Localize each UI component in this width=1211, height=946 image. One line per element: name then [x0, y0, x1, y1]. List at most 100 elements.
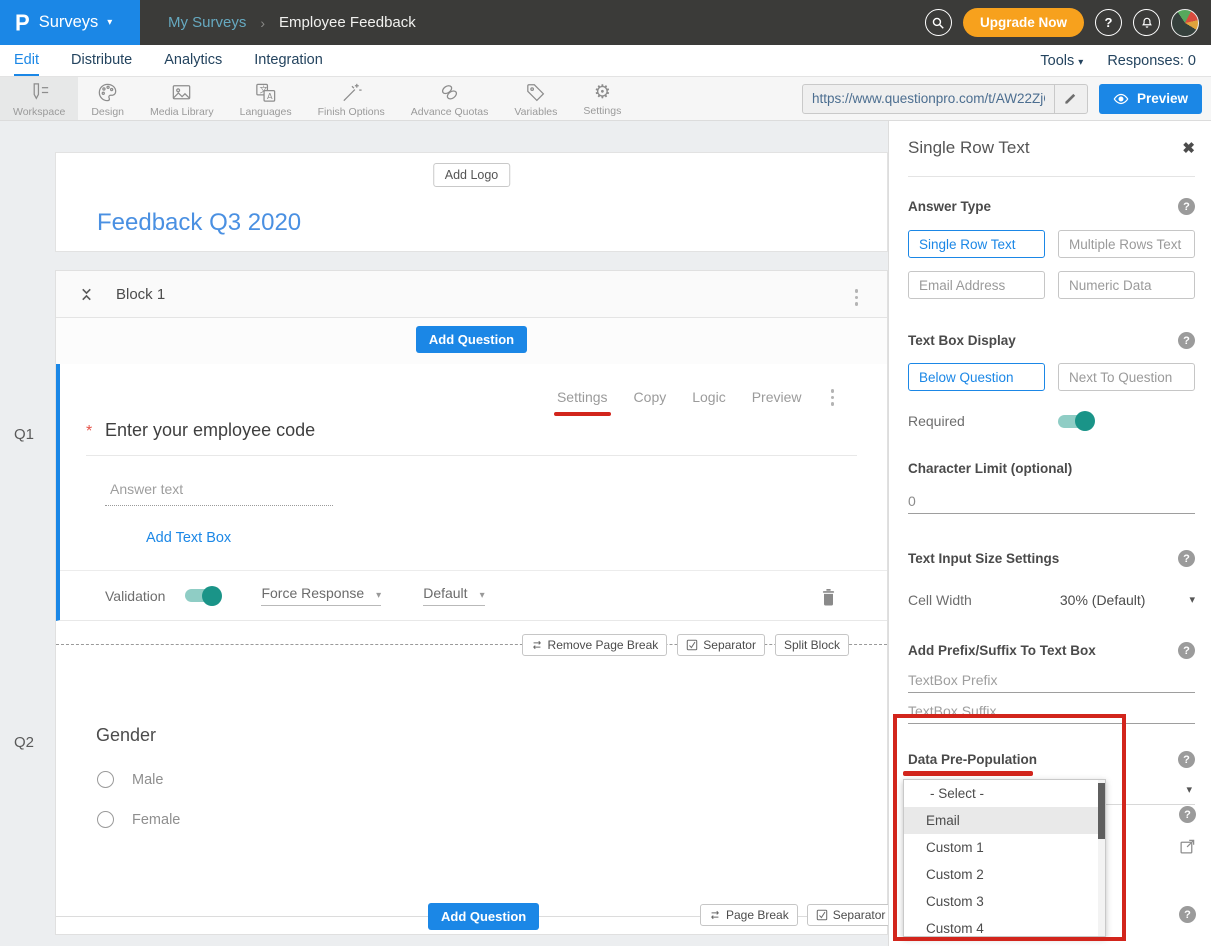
remove-page-break-button[interactable]: Remove Page Break [522, 634, 668, 656]
dropdown-scrollbar-thumb[interactable] [1098, 783, 1105, 839]
validation-toggle[interactable] [185, 589, 219, 602]
option-below-question[interactable]: Below Question [908, 363, 1045, 391]
add-text-box-link[interactable]: Add Text Box [146, 530, 231, 546]
help-icon[interactable]: ? [1178, 550, 1195, 567]
close-panel-button[interactable]: ✖ [1182, 139, 1195, 157]
validation-default-dropdown[interactable]: Default▾ [423, 585, 484, 606]
help-button[interactable]: ? [1095, 9, 1122, 36]
option-multiple-rows-text[interactable]: Multiple Rows Text [1058, 230, 1195, 258]
search-button[interactable] [925, 9, 952, 36]
option-email-address[interactable]: Email Address [908, 271, 1045, 299]
toolbar-item-workspace[interactable]: Workspace [0, 77, 78, 120]
survey-title[interactable]: Feedback Q3 2020 [97, 209, 301, 237]
tab-question-copy[interactable]: Copy [634, 389, 667, 405]
toolbar-right: Preview [802, 77, 1211, 120]
preview-button[interactable]: Preview [1099, 84, 1202, 114]
answer-type-section: Answer Type ? [908, 198, 1195, 215]
add-logo-button[interactable]: Add Logo [433, 163, 511, 187]
upgrade-now-button[interactable]: Upgrade Now [963, 8, 1084, 37]
tab-question-settings[interactable]: Settings [557, 389, 608, 405]
red-annotation-underline-settings [554, 412, 611, 416]
help-icon[interactable]: ? [1179, 906, 1196, 923]
search-icon [931, 16, 945, 30]
chevron-down-icon: ▾ [1186, 785, 1192, 796]
question-number-q1: Q1 [14, 426, 34, 443]
user-avatar[interactable] [1171, 9, 1199, 37]
add-question-button-top[interactable]: Add Question [416, 326, 527, 353]
edit-url-button[interactable] [1054, 85, 1087, 113]
dropdown-option-custom-3[interactable]: Custom 3 [904, 888, 1105, 915]
tab-distribute[interactable]: Distribute [71, 45, 132, 76]
toolbar-item-settings[interactable]: ⚙ Settings [570, 77, 634, 120]
toolbar-item-finish-options[interactable]: Finish Options [305, 77, 398, 120]
text-box-display-options: Below Question Next To Question [908, 363, 1195, 391]
cell-width-label: Cell Width [908, 592, 972, 608]
breadcrumb-separator-icon: › [260, 15, 265, 31]
chevron-down-icon: ▾ [376, 591, 381, 601]
help-icon[interactable]: ? [1179, 806, 1196, 823]
nav-right: Tools ▾ Responses: 0 [1040, 53, 1211, 69]
toolbar-item-languages[interactable]: 文A Languages [227, 77, 305, 120]
question-text-q1[interactable]: Enter your employee code [105, 420, 315, 441]
external-link-icon[interactable] [1179, 838, 1196, 855]
dropdown-option-custom-1[interactable]: Custom 1 [904, 834, 1105, 861]
notifications-button[interactable] [1133, 9, 1160, 36]
help-icon[interactable]: ? [1178, 642, 1195, 659]
tab-integration[interactable]: Integration [254, 45, 323, 76]
toolbar-item-variables[interactable]: Variables [501, 77, 570, 120]
radio-option-female[interactable]: Female [97, 811, 180, 828]
toolbar-item-advance-quotas[interactable]: Advance Quotas [398, 77, 502, 120]
radio-icon[interactable] [97, 811, 114, 828]
answer-text-field[interactable]: Answer text [105, 481, 333, 506]
help-icon[interactable]: ? [1178, 332, 1195, 349]
question-card-q1[interactable]: Settings Copy Logic Preview * Enter your… [56, 364, 887, 621]
force-response-dropdown[interactable]: Force Response▾ [261, 585, 381, 606]
option-next-to-question[interactable]: Next To Question [1058, 363, 1195, 391]
tab-question-preview[interactable]: Preview [752, 389, 802, 405]
dropdown-option-custom-2[interactable]: Custom 2 [904, 861, 1105, 888]
split-block-button[interactable]: Split Block [775, 634, 849, 656]
textbox-prefix-input[interactable] [908, 668, 1195, 693]
toolbar-item-media-library[interactable]: Media Library [137, 77, 227, 120]
eye-icon [1113, 93, 1129, 105]
page-break-button[interactable]: Page Break [700, 904, 798, 926]
breadcrumb-my-surveys[interactable]: My Surveys [168, 14, 246, 31]
textbox-suffix-input[interactable] [908, 699, 1195, 724]
collapse-block-button[interactable] [79, 286, 94, 303]
chevron-down-icon[interactable]: ▾ [1189, 595, 1195, 606]
dropdown-option-email[interactable]: Email [904, 807, 1105, 834]
dropdown-option-select[interactable]: - Select - [904, 780, 1105, 807]
radio-icon[interactable] [97, 771, 114, 788]
help-icon[interactable]: ? [1178, 198, 1195, 215]
survey-url-input[interactable] [803, 91, 1054, 106]
question-text-q2[interactable]: Gender [96, 725, 156, 746]
dropdown-scrollbar[interactable] [1098, 780, 1105, 936]
tools-dropdown[interactable]: Tools ▾ [1040, 53, 1083, 69]
block-title[interactable]: Block 1 [116, 286, 165, 303]
separator-button-bottom[interactable]: Separator [807, 904, 895, 926]
separator-button[interactable]: Separator [677, 634, 765, 656]
tab-question-logic[interactable]: Logic [692, 389, 725, 405]
delete-question-button[interactable] [821, 588, 836, 606]
tab-analytics[interactable]: Analytics [164, 45, 222, 76]
question-menu-button[interactable] [828, 386, 838, 409]
add-question-button-bottom[interactable]: Add Question [428, 903, 539, 930]
responses-count[interactable]: Responses: 0 [1107, 53, 1196, 69]
required-toggle[interactable] [1058, 415, 1092, 428]
product-switcher[interactable]: P Surveys ▾ [0, 0, 140, 45]
wand-icon [339, 80, 364, 105]
top-bar: P Surveys ▾ My Surveys › Employee Feedba… [0, 0, 1211, 45]
dropdown-option-custom-4[interactable]: Custom 4 [904, 915, 1105, 937]
character-limit-input[interactable] [908, 489, 1195, 514]
option-numeric-data[interactable]: Numeric Data [1058, 271, 1195, 299]
page-break-icon [531, 639, 543, 651]
block-menu-button[interactable] [852, 286, 862, 309]
tab-edit[interactable]: Edit [14, 45, 39, 76]
page-break-controls: Remove Page Break Separator Split Block [522, 634, 849, 656]
help-icon[interactable]: ? [1178, 751, 1195, 768]
radio-option-male[interactable]: Male [97, 771, 163, 788]
block-card: Block 1 Add Question Settings Copy Logic… [55, 270, 888, 935]
character-limit-section: Character Limit (optional) [908, 461, 1195, 476]
option-single-row-text[interactable]: Single Row Text [908, 230, 1045, 258]
toolbar-item-design[interactable]: Design [78, 77, 137, 120]
